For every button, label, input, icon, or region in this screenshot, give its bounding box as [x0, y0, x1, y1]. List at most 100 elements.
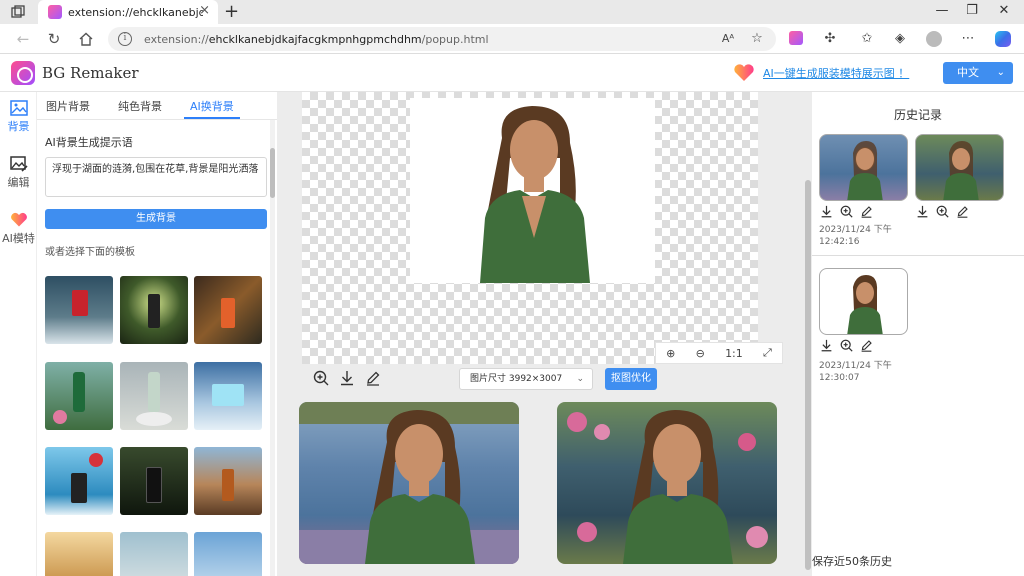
transparent-canvas: ⊕ ⊖ 1:1 ⤢ — [302, 92, 783, 364]
zoom-in-icon[interactable] — [936, 205, 949, 218]
tab-image-background[interactable]: 图片背景 — [46, 98, 90, 114]
language-select[interactable]: 中文 ⌄ — [943, 62, 1013, 84]
result-image[interactable] — [557, 402, 777, 564]
prompt-label: AI背景生成提示语 — [45, 136, 133, 149]
download-icon[interactable] — [916, 205, 929, 218]
tab-close-icon[interactable]: × — [199, 3, 210, 18]
zoom-in-icon[interactable] — [840, 205, 853, 218]
read-aloud-icon[interactable]: Aᴬ — [720, 31, 736, 47]
history-timestamp: 2023/11/24 下午 12:30:07 — [819, 361, 892, 383]
template-thumbnail[interactable] — [194, 447, 262, 515]
side-nav-ai-model[interactable]: AI模特 — [0, 212, 37, 246]
minimize-button[interactable]: — — [932, 3, 952, 18]
history-divider — [812, 255, 1024, 256]
favorite-star-icon[interactable]: ☆ — [749, 31, 765, 47]
history-actions — [820, 339, 873, 352]
app-logo-icon — [11, 61, 35, 85]
workspaces-icon[interactable] — [10, 4, 26, 20]
language-label: 中文 — [957, 66, 979, 79]
url-field[interactable]: i extension://ehcklkanebjdkajfacgkmpnhgp… — [108, 27, 776, 51]
new-tab-button[interactable]: + — [224, 1, 239, 22]
image-tools — [313, 370, 381, 386]
fullscreen-icon[interactable]: ⤢ — [763, 346, 772, 360]
history-footer: 保存近50条历史 — [812, 555, 892, 568]
side-nav: 背景 编辑 AI模特 — [0, 92, 37, 576]
generate-background-button[interactable]: 生成背景 — [45, 209, 267, 229]
download-icon[interactable] — [820, 339, 833, 352]
template-thumbnail[interactable] — [194, 276, 262, 344]
image-size-label: 图片尺寸 3992×3007 — [470, 374, 563, 384]
browser-essentials-icon[interactable]: ◈ — [892, 31, 908, 47]
app-title: BG Remaker — [42, 64, 139, 82]
tab-ai-background[interactable]: AI换背景 — [184, 98, 240, 119]
tab-title: extension://ehcklkanebjdkajfacgkmpnhgpmc… — [68, 5, 203, 19]
zoom-in-icon[interactable]: ⊕ — [666, 347, 675, 360]
download-icon[interactable] — [339, 370, 355, 386]
template-thumbnail[interactable] — [194, 362, 262, 430]
maximize-button[interactable]: ❐ — [962, 3, 982, 18]
favorites-icon[interactable]: ✩ — [859, 31, 875, 47]
side-nav-background[interactable]: 背景 — [0, 100, 37, 134]
extension-favicon-icon — [48, 5, 62, 19]
back-arrow-icon[interactable]: ← — [14, 30, 32, 48]
zoom-in-icon[interactable] — [313, 370, 329, 386]
template-thumbnail[interactable] — [45, 447, 113, 515]
left-panel-scrollbar[interactable] — [270, 120, 275, 576]
heart-icon — [10, 212, 27, 227]
template-thumbnail[interactable] — [120, 532, 188, 576]
background-panel: 图片背景 纯色背景 AI换背景 AI背景生成提示语 浮现于湖面的涟漪,包围在花草… — [37, 92, 277, 576]
history-thumbnail[interactable] — [915, 134, 1004, 201]
image-icon — [9, 100, 28, 116]
template-thumbnail[interactable] — [120, 362, 188, 430]
tab-solid-background[interactable]: 纯色背景 — [118, 98, 162, 114]
side-nav-label: 编辑 — [7, 176, 30, 189]
template-thumbnail[interactable] — [45, 276, 113, 344]
history-timestamp: 2023/11/24 下午 12:42:16 — [819, 225, 892, 247]
more-menu-icon[interactable]: ⋯ — [960, 31, 976, 47]
browser-tab[interactable]: extension://ehcklkanebjdkajfacgkmpnhgpmc… — [38, 0, 218, 24]
history-thumbnail[interactable] — [819, 134, 908, 201]
template-thumbnail[interactable] — [45, 362, 113, 430]
copilot-icon[interactable] — [995, 31, 1011, 47]
chevron-down-icon: ⌄ — [576, 374, 584, 384]
background-subtabs: 图片背景 纯色背景 AI换背景 — [37, 92, 277, 120]
edit-pencil-icon[interactable] — [365, 370, 381, 386]
cutout-optimize-button[interactable]: 抠图优化 — [605, 368, 657, 390]
extensions-puzzle-icon[interactable]: ✣ — [822, 31, 838, 47]
cutout-preview — [410, 98, 655, 283]
download-icon[interactable] — [820, 205, 833, 218]
image-size-select[interactable]: 图片尺寸 3992×3007 ⌄ — [459, 368, 593, 390]
promo-link[interactable]: AI一键生成服装模特展示图 ！ — [763, 65, 909, 81]
prompt-textarea[interactable]: 浮现于湖面的涟漪,包围在花草,背景是阳光洒落 — [45, 157, 267, 197]
refresh-icon[interactable]: ↻ — [45, 30, 63, 48]
profile-avatar[interactable] — [926, 31, 942, 47]
template-thumbnail[interactable] — [120, 447, 188, 515]
zoom-in-icon[interactable] — [840, 339, 853, 352]
side-nav-edit[interactable]: 编辑 — [0, 156, 37, 190]
result-image[interactable] — [299, 402, 519, 564]
edit-pencil-icon[interactable] — [860, 339, 873, 352]
history-actions — [916, 205, 969, 218]
template-thumbnail[interactable] — [194, 532, 262, 576]
edit-pencil-icon[interactable] — [860, 205, 873, 218]
chevron-down-icon: ⌄ — [996, 67, 1005, 78]
side-nav-label: 背景 — [7, 120, 30, 133]
history-actions — [820, 205, 873, 218]
template-thumbnail[interactable] — [120, 276, 188, 344]
edit-pencil-icon[interactable] — [956, 205, 969, 218]
workspace-scrollbar[interactable] — [805, 180, 811, 570]
zoom-ratio-button[interactable]: 1:1 — [725, 347, 743, 360]
bg-remaker-extension-icon[interactable] — [789, 31, 803, 45]
template-thumbnail[interactable] — [45, 532, 113, 576]
history-title: 历史记录 — [893, 108, 942, 122]
history-panel: 历史记录 2023/11/24 下午 12:42:16 2023/11/24 下… — [812, 92, 1024, 576]
template-grid — [45, 276, 267, 576]
close-window-button[interactable]: ✕ — [994, 3, 1014, 18]
address-bar: ← ↻ i extension://ehcklkanebjdkajfacgkmp… — [0, 24, 1024, 54]
info-icon[interactable]: i — [118, 32, 132, 46]
history-thumbnail[interactable] — [819, 268, 908, 335]
zoom-out-icon[interactable]: ⊖ — [696, 347, 705, 360]
template-label: 或者选择下面的模板 — [45, 247, 135, 258]
home-icon[interactable] — [78, 31, 94, 47]
url-path: /popup.html — [421, 32, 489, 46]
